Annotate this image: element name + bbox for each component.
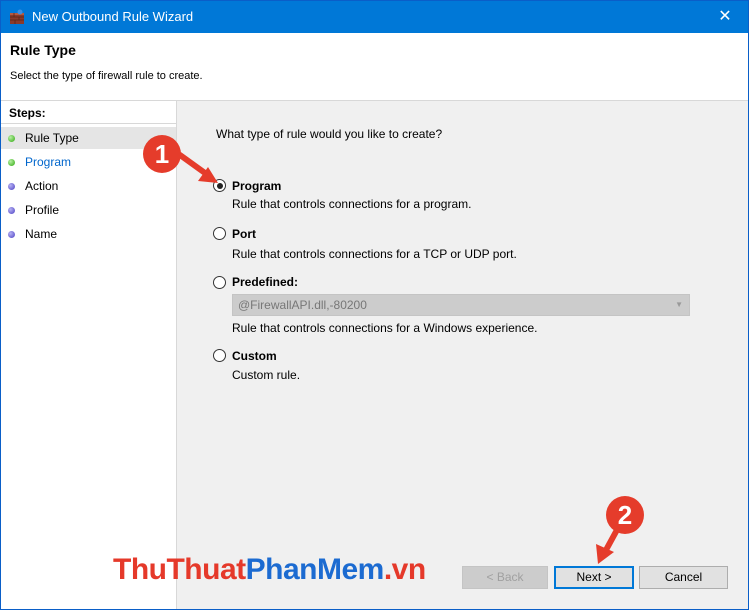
title-bar[interactable]: New Outbound Rule Wizard ✕ — [1, 1, 748, 33]
step-status-icon — [8, 231, 15, 238]
main-content: What type of rule would you like to crea… — [177, 101, 748, 609]
watermark-part2: PhanMem — [245, 553, 385, 586]
option-port-label[interactable]: Port — [232, 227, 256, 241]
step-status-icon — [8, 159, 15, 166]
watermark-part3: .vn — [383, 553, 426, 586]
page-title: Rule Type — [10, 42, 76, 58]
option-custom-label[interactable]: Custom — [232, 349, 277, 363]
predefined-select[interactable]: @FirewallAPI.dll,-80200 ▼ — [232, 294, 690, 316]
step-label: Action — [25, 179, 59, 193]
step-action[interactable]: Action — [1, 175, 176, 197]
radio-custom[interactable] — [213, 349, 226, 362]
rule-type-question: What type of rule would you like to crea… — [216, 127, 443, 141]
step-label: Rule Type — [25, 131, 79, 145]
steps-heading: Steps: — [9, 106, 46, 120]
close-icon[interactable]: ✕ — [702, 1, 748, 33]
steps-divider — [1, 123, 176, 124]
page-subtitle: Select the type of firewall rule to crea… — [10, 70, 203, 82]
window-title: New Outbound Rule Wizard — [32, 9, 194, 24]
option-port-description: Rule that controls connections for a TCP… — [232, 247, 517, 261]
option-custom-description: Custom rule. — [232, 368, 301, 382]
predefined-select-value: @FirewallAPI.dll,-80200 — [238, 298, 367, 312]
steps-panel: Steps: Rule Type Program Action Profile … — [1, 101, 177, 609]
radio-predefined[interactable] — [213, 276, 226, 289]
step-status-icon — [8, 135, 15, 142]
watermark-logo: ThuThuatPhanMem.vn — [113, 553, 426, 587]
step-name[interactable]: Name — [1, 223, 176, 245]
step-label: Name — [25, 227, 58, 241]
cancel-button[interactable]: Cancel — [639, 566, 728, 589]
annotation-badge-1: 1 — [143, 135, 181, 173]
step-status-icon — [8, 207, 15, 214]
chevron-down-icon: ▼ — [675, 300, 683, 309]
option-program-description: Rule that controls connections for a pro… — [232, 197, 472, 211]
step-label: Program — [25, 155, 72, 169]
firewall-icon — [10, 9, 24, 24]
step-profile[interactable]: Profile — [1, 199, 176, 221]
step-status-icon — [8, 183, 15, 190]
watermark-part1: ThuThuat — [113, 553, 246, 586]
radio-port[interactable] — [213, 227, 226, 240]
step-label: Profile — [25, 203, 60, 217]
back-button[interactable]: < Back — [462, 566, 548, 589]
option-predefined-description: Rule that controls connections for a Win… — [232, 321, 538, 335]
wizard-header: Rule Type Select the type of firewall ru… — [1, 33, 748, 101]
annotation-badge-2: 2 — [606, 496, 644, 534]
option-predefined-label[interactable]: Predefined: — [232, 275, 298, 289]
